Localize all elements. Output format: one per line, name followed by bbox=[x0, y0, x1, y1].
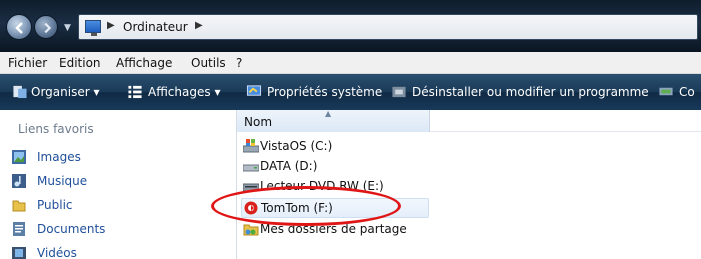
images-icon bbox=[12, 150, 26, 164]
organize-label: Organiser bbox=[31, 85, 90, 99]
videos-icon bbox=[12, 247, 26, 259]
favorite-images[interactable]: Images bbox=[12, 148, 227, 168]
favorite-videos[interactable]: Vidéos bbox=[12, 244, 227, 259]
favorite-videos-label: Vidéos bbox=[37, 246, 77, 259]
drive-row[interactable]: DATA (D:) bbox=[241, 157, 429, 177]
drive-label: DATA (D:) bbox=[260, 159, 318, 173]
annotation-ellipse bbox=[211, 186, 401, 226]
music-icon bbox=[12, 174, 26, 188]
documents-icon bbox=[13, 222, 25, 236]
favorite-documents[interactable]: Documents bbox=[12, 220, 227, 240]
file-list: ▲ Nom VistaOS (C:) DATA (D:) Lecteur DVD… bbox=[237, 109, 701, 259]
favorites-title: Liens favoris bbox=[18, 122, 94, 136]
column-header-nom-label: Nom bbox=[244, 115, 273, 129]
windows-drive-icon bbox=[243, 139, 259, 153]
command-toolbar: Organiser ▾ Affichages ▾ Propriétés syst… bbox=[0, 74, 701, 110]
forward-button[interactable] bbox=[34, 15, 58, 39]
back-button[interactable] bbox=[6, 14, 32, 40]
favorite-documents-label: Documents bbox=[37, 222, 106, 236]
drive-label: VistaOS (C:) bbox=[260, 139, 333, 153]
favorites-pane: Liens favoris Images Musique Public Docu… bbox=[0, 110, 237, 259]
address-field[interactable]: ▶ Ordinateur ▶ bbox=[78, 14, 698, 40]
drive-icon bbox=[243, 164, 259, 172]
shared-folder-icon bbox=[243, 224, 259, 236]
drive-row[interactable]: VistaOS (C:) bbox=[241, 137, 429, 157]
arrow-right-icon bbox=[44, 22, 52, 34]
system-properties-icon bbox=[246, 85, 262, 96]
uninstall-button[interactable]: Désinstaller ou modifier un programme bbox=[412, 85, 649, 99]
breadcrumb-ordinateur[interactable]: Ordinateur bbox=[123, 20, 188, 34]
menu-edition[interactable]: Edition bbox=[59, 56, 101, 70]
views-label: Affichages bbox=[148, 85, 211, 99]
favorite-images-label: Images bbox=[37, 150, 81, 164]
arrow-left-icon bbox=[15, 22, 23, 34]
connect-network-button[interactable]: Co bbox=[679, 85, 695, 99]
system-properties-button[interactable]: Propriétés système bbox=[267, 85, 382, 99]
uninstall-icon bbox=[392, 86, 406, 98]
menu-bar: Fichier Edition Affichage Outils ? bbox=[0, 52, 701, 74]
views-button[interactable]: Affichages ▾ bbox=[148, 85, 220, 99]
public-folder-icon bbox=[12, 200, 26, 212]
menu-help[interactable]: ? bbox=[236, 56, 242, 70]
address-bar: ▼ ▶ Ordinateur ▶ bbox=[0, 0, 701, 52]
history-dropdown-icon[interactable]: ▼ bbox=[64, 23, 71, 33]
network-drive-icon bbox=[659, 87, 673, 96]
column-header-row: ▲ Nom bbox=[237, 109, 701, 132]
breadcrumb-separator-icon[interactable]: ▶ bbox=[195, 20, 203, 31]
computer-icon bbox=[85, 20, 101, 36]
menu-fichier[interactable]: Fichier bbox=[8, 56, 47, 70]
organize-button[interactable]: Organiser ▾ bbox=[31, 85, 100, 99]
menu-outils[interactable]: Outils bbox=[191, 56, 226, 70]
favorite-public-label: Public bbox=[37, 198, 73, 212]
column-header-nom[interactable]: ▲ Nom bbox=[237, 109, 430, 132]
views-icon bbox=[128, 85, 142, 99]
favorite-musique[interactable]: Musique bbox=[12, 172, 227, 192]
organize-icon bbox=[13, 85, 27, 99]
favorite-musique-label: Musique bbox=[37, 174, 88, 188]
menu-affichage[interactable]: Affichage bbox=[116, 56, 172, 70]
favorite-public[interactable]: Public bbox=[12, 196, 227, 216]
sort-ascending-icon: ▲ bbox=[325, 109, 332, 118]
breadcrumb-separator-icon[interactable]: ▶ bbox=[107, 20, 115, 31]
